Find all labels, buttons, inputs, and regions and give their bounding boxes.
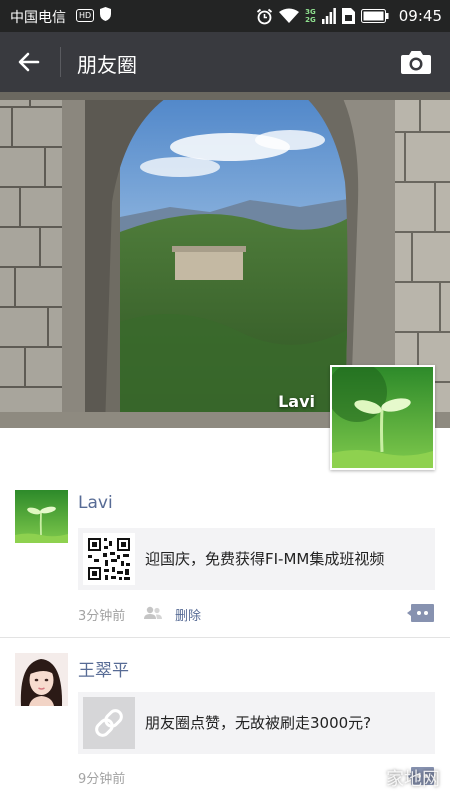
comment-icon[interactable] [407,603,435,623]
carrier-name: 中国电信 [10,10,66,26]
post-avatar[interactable] [15,490,68,543]
qr-code-icon [83,533,135,585]
wifi-icon [279,8,300,23]
delete-button[interactable]: 删除 [175,605,201,624]
link-title: 迎国庆，免费获得FI-MM集成班视频 [145,550,385,568]
link-thumbnail [83,697,135,749]
portrait-avatar-image [15,653,68,706]
sprout-avatar-image [332,367,433,468]
title-divider [60,47,61,77]
signal-icon [321,8,336,24]
post-author[interactable]: 王翠平 [78,656,129,681]
status-bar: 中国电信 HD 3G 2G 09:45 [0,0,450,32]
sprout-avatar-image [15,490,68,543]
network-type: 3G 2G [305,8,316,24]
cover-user-name: Lavi [278,392,315,411]
post-author[interactable]: Lavi [78,493,113,513]
network-label-3g: 3G [305,8,316,16]
page-title: 朋友圈 [77,53,137,77]
shield-icon [100,7,111,21]
arrow-left-icon[interactable] [14,46,48,78]
sim-icon [341,8,355,24]
post-avatar[interactable] [15,653,68,706]
post-time: 9分钟前 [78,772,126,787]
profile-avatar[interactable] [330,365,435,470]
alarm-icon [257,8,273,24]
status-icons: 3G 2G 09:45 [256,6,442,26]
link-thumbnail [83,533,135,585]
post-divider [0,637,450,638]
network-label-2g: 2G [305,16,316,24]
visibility-people-icon [144,606,162,619]
link-title: 朋友圈点赞，无故被刷走3000元? [145,714,372,732]
moment-post: 王翠平 朋友圈点赞，无故被刷走3000元? 9分钟前 [0,653,450,800]
clock: 09:45 [398,7,442,25]
title-bar: 朋友圈 [0,32,450,92]
shared-link-card[interactable]: 朋友圈点赞，无故被刷走3000元? [78,692,435,754]
shared-link-card[interactable]: 迎国庆，免费获得FI-MM集成班视频 [78,528,435,590]
watermark: 家地网 [386,769,440,790]
hd-badge: HD [76,9,95,22]
post-time: 3分钟前 [78,609,126,624]
camera-icon[interactable] [400,48,432,76]
moment-post: Lavi 迎国庆，免费获得FI-MM集成班视频 3分钟前 删除 [0,490,450,638]
battery-icon [360,9,389,23]
link-icon [83,697,135,749]
